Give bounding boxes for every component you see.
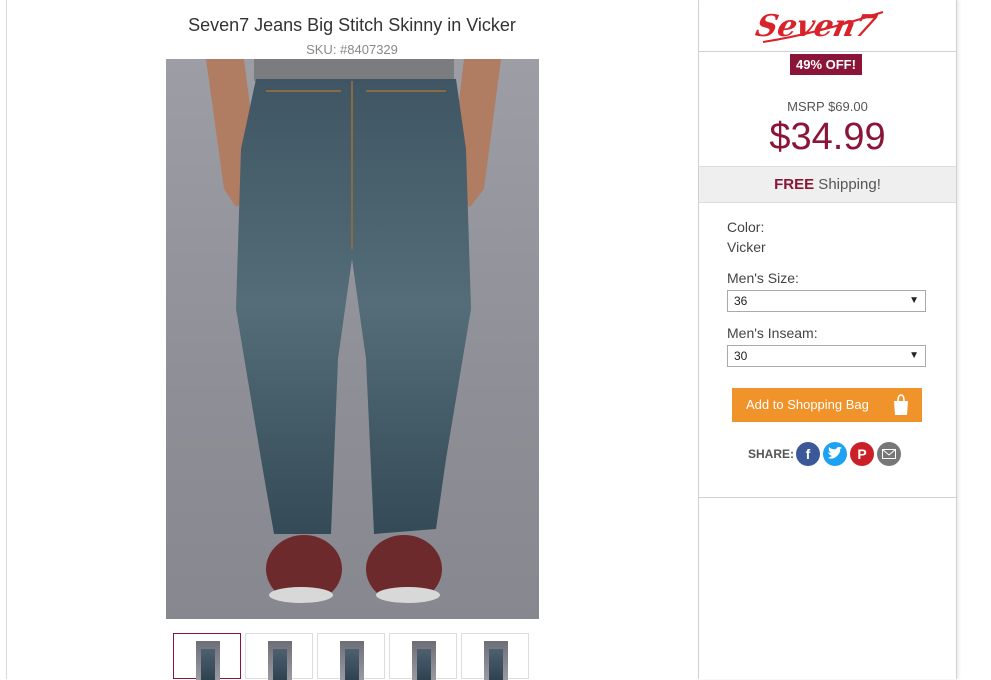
free-label: FREE — [774, 176, 815, 193]
size-select-value: 36 — [734, 294, 748, 308]
brand-box: Seven7 — [699, 0, 956, 52]
thumbnail-5[interactable] — [461, 633, 529, 680]
thumbnail-3[interactable] — [317, 633, 385, 680]
inseam-select[interactable]: 30 ▼ — [727, 345, 926, 367]
shipping-label: Shipping! — [814, 176, 881, 193]
dropdown-arrow-icon: ▼ — [909, 350, 919, 361]
jeans-photo — [206, 59, 501, 603]
thumbnail-2[interactable] — [245, 633, 313, 680]
svg-text:Seven7: Seven7 — [755, 9, 880, 44]
inseam-select-value: 30 — [734, 349, 748, 363]
msrp-price: MSRP $69.00 — [787, 99, 868, 114]
discount-badge: 49% OFF! — [790, 54, 862, 75]
sale-price: $34.99 — [769, 116, 886, 158]
color-label: Color: — [727, 219, 765, 235]
email-icon[interactable] — [877, 442, 901, 466]
size-label: Men's Size: — [727, 270, 799, 286]
panel-divider — [699, 497, 956, 498]
product-sku: SKU: #8407329 — [306, 42, 398, 57]
thumbnail-4[interactable] — [389, 633, 457, 680]
shopping-bag-icon — [894, 394, 908, 415]
color-value: Vicker — [727, 239, 766, 255]
twitter-icon[interactable] — [823, 442, 847, 466]
product-title: Seven7 Jeans Big Stitch Skinny in Vicker — [188, 15, 516, 35]
pinterest-icon[interactable]: P — [850, 442, 874, 466]
purchase-panel: Seven7 49% OFF! MSRP $69.00 $34.99 FREE … — [698, 0, 957, 679]
dropdown-arrow-icon: ▼ — [909, 295, 919, 306]
inseam-label: Men's Inseam: — [727, 325, 818, 341]
add-to-bag-label: Add to Shopping Bag — [746, 397, 869, 412]
size-select[interactable]: 36 ▼ — [727, 290, 926, 312]
share-label: SHARE: — [748, 447, 795, 461]
facebook-icon[interactable]: f — [796, 442, 820, 466]
free-shipping-banner: FREE Shipping! — [699, 166, 956, 203]
main-product-image[interactable] — [166, 59, 539, 619]
product-gallery: Seven7 Jeans Big Stitch Skinny in Vicker… — [6, 0, 698, 680]
thumbnail-1[interactable] — [173, 633, 241, 680]
brand-logo[interactable]: Seven7 — [755, 4, 895, 48]
add-to-bag-button[interactable]: Add to Shopping Bag — [732, 388, 922, 422]
